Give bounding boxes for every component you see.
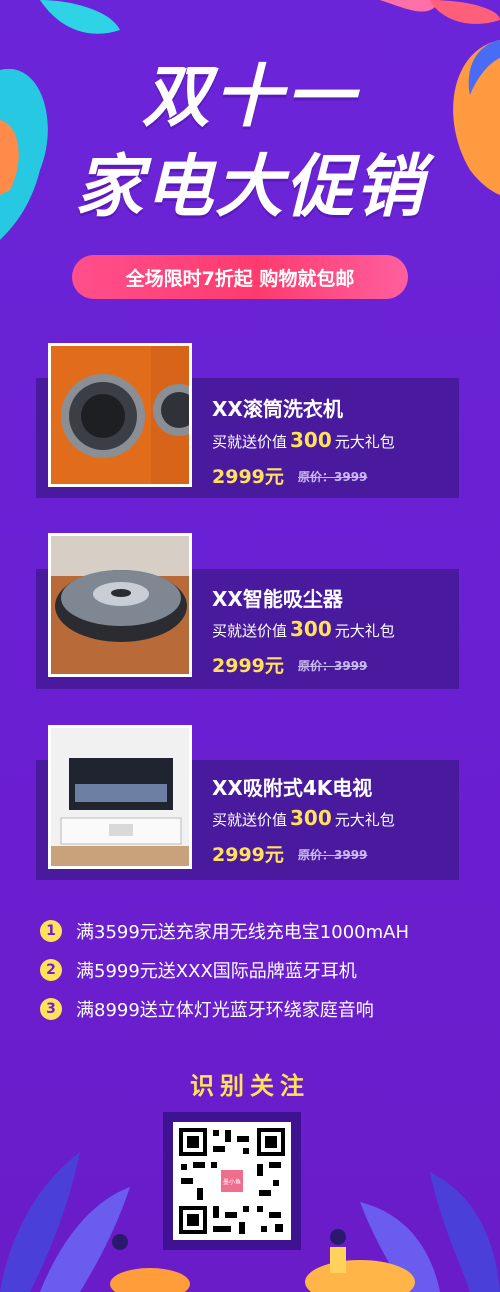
- deco-person-right-head: [330, 1229, 346, 1245]
- follow-label: 识别关注: [190, 1072, 310, 1100]
- deco-petal-top-right: [430, 0, 500, 24]
- page-title-line2: 家电大促销: [74, 148, 425, 227]
- original-price: 原价：3999: [298, 659, 368, 673]
- promo-text: 满3599元送充家用无线充电宝1000mAH: [76, 922, 409, 943]
- gift-suffix: 元大礼包: [334, 811, 395, 829]
- original-price: 原价：3999: [298, 470, 368, 484]
- promo-item-1: 1 满3599元送充家用无线充电宝1000mAH: [40, 918, 409, 944]
- washing-machine-image[interactable]: [48, 343, 192, 487]
- gift-text: 买就送价值 300 元大礼包: [212, 617, 395, 641]
- gift-text: 买就送价值 300 元大礼包: [212, 428, 395, 452]
- sale-price: 2999元: [212, 466, 284, 488]
- product-name: XX滚筒洗衣机: [212, 397, 343, 421]
- qr-code-frame: 墨小鱼: [163, 1112, 301, 1250]
- gift-value: 300: [290, 806, 332, 830]
- promo-item-2: 2 满5999元送XXX国际品牌蓝牙耳机: [40, 957, 357, 983]
- number-badge: 1: [40, 920, 62, 942]
- gift-suffix: 元大礼包: [334, 433, 395, 451]
- promo-banner[interactable]: 全场限时7折起 购物就包邮: [72, 255, 408, 299]
- promo-item-3: 3 满8999送立体灯光蓝牙环绕家庭音响: [40, 996, 374, 1022]
- number-badge: 3: [40, 998, 62, 1020]
- gift-prefix: 买就送价值: [212, 811, 288, 829]
- tv-image[interactable]: [48, 725, 192, 869]
- qr-logo: 墨小鱼: [219, 1168, 245, 1194]
- gift-value: 300: [290, 617, 332, 641]
- gift-value: 300: [290, 428, 332, 452]
- sale-price: 2999元: [212, 844, 284, 866]
- deco-leaf-bottom-right-1: [430, 1172, 500, 1292]
- gift-suffix: 元大礼包: [334, 622, 395, 640]
- deco-person-left-head: [112, 1234, 128, 1250]
- original-price: 原价：3999: [298, 848, 368, 862]
- product-name: XX吸附式4K电视: [212, 776, 373, 800]
- number-badge: 2: [40, 959, 62, 981]
- deco-person-right-body: [330, 1247, 346, 1273]
- gift-prefix: 买就送价值: [212, 433, 288, 451]
- page-title-line1: 双十一: [141, 58, 358, 137]
- promo-text: 满5999元送XXX国际品牌蓝牙耳机: [76, 961, 357, 982]
- qr-code[interactable]: 墨小鱼: [173, 1122, 291, 1240]
- robot-vacuum-image[interactable]: [48, 533, 192, 677]
- product-name: XX智能吸尘器: [212, 587, 343, 611]
- gift-prefix: 买就送价值: [212, 622, 288, 640]
- deco-leaf-top-left: [40, 0, 120, 34]
- deco-coin-bottom-left: [110, 1268, 190, 1292]
- sale-price: 2999元: [212, 655, 284, 677]
- promo-text: 满8999送立体灯光蓝牙环绕家庭音响: [76, 1000, 374, 1021]
- gift-text: 买就送价值 300 元大礼包: [212, 806, 395, 830]
